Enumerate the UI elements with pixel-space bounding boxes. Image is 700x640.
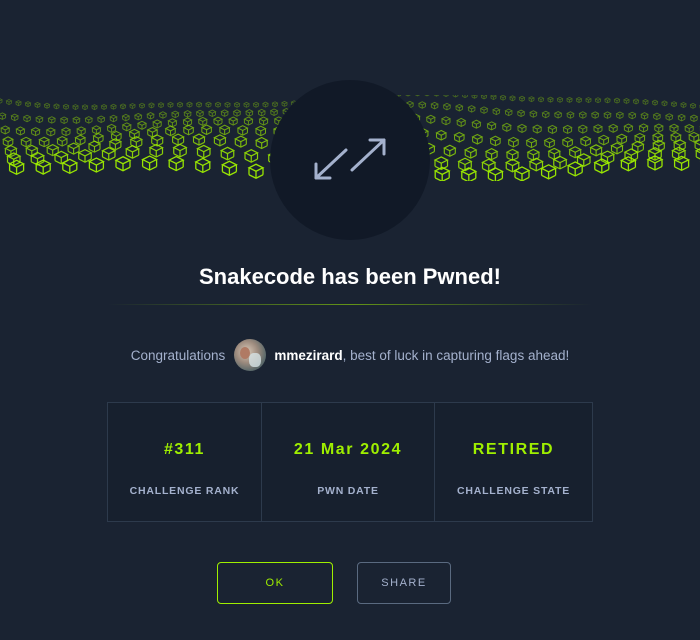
stats-panel: #311 CHALLENGE RANK 21 Mar 2024 PWN DATE…: [107, 402, 593, 522]
stat-value: #311: [163, 441, 206, 458]
avatar[interactable]: [234, 339, 267, 371]
share-button[interactable]: SHARE: [357, 562, 451, 604]
stat-value: RETIRED: [472, 441, 555, 458]
stat-label: PWN DATE: [317, 485, 379, 497]
congrats-prefix: Congratulations: [130, 347, 226, 363]
stat-label: CHALLENGE STATE: [456, 485, 571, 497]
stat-value: 21 Mar 2024: [293, 441, 403, 458]
congrats-message: Congratulations mmezirard , best of luck…: [0, 338, 700, 372]
stat-challenge-rank: #311 CHALLENGE RANK: [108, 403, 262, 521]
stat-pwn-date: 21 Mar 2024 PWN DATE: [262, 403, 435, 521]
expand-arrows-icon: [314, 138, 386, 180]
stat-label: CHALLENGE RANK: [129, 485, 240, 497]
stat-challenge-state: RETIRED CHALLENGE STATE: [435, 403, 592, 521]
title-divider: [108, 304, 592, 305]
pwned-modal: Snakecode has been Pwned! Congratulation…: [0, 0, 700, 640]
modal-title: Snakecode has been Pwned!: [199, 264, 501, 289]
congrats-suffix: , best of luck in capturing flags ahead!: [342, 347, 570, 363]
username[interactable]: mmezirard: [274, 348, 342, 363]
ok-button[interactable]: OK: [217, 562, 333, 604]
challenge-badge: [270, 80, 430, 240]
